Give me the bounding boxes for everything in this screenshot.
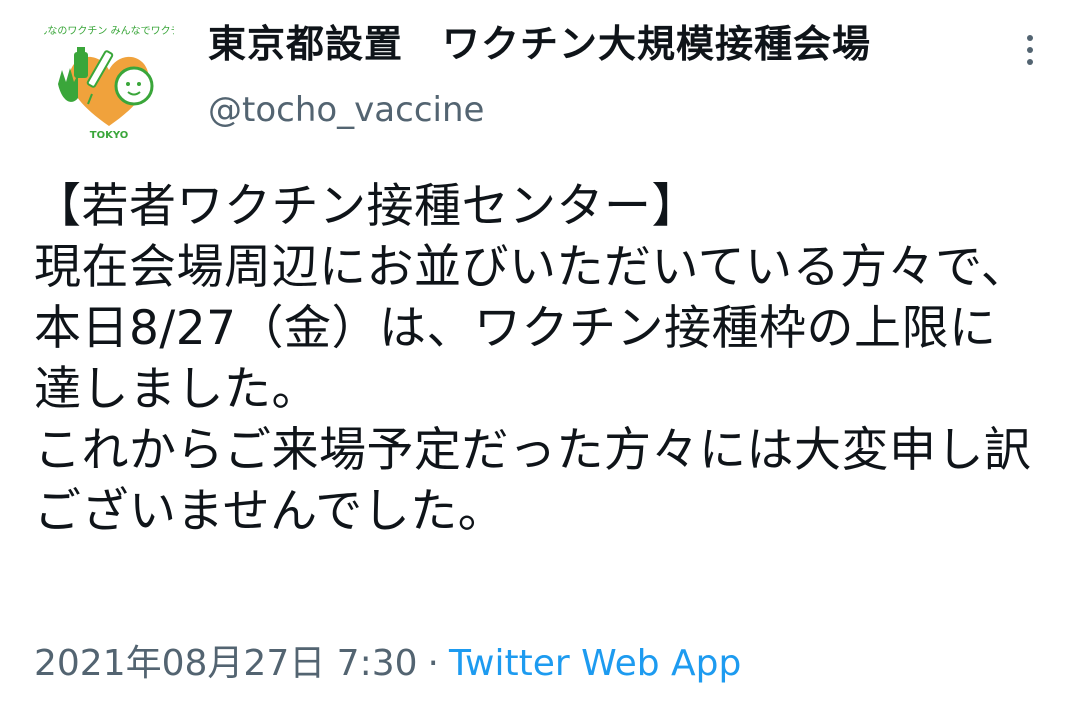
tokyo-vaccine-logo-icon: みんなのワクチン みんなでワクチン TOKYO <box>44 15 174 143</box>
more-options-button[interactable] <box>1012 30 1048 70</box>
tweet-source-link[interactable]: Twitter Web App <box>449 643 741 684</box>
avatar-bottom-text: TOKYO <box>90 130 128 141</box>
tweet-text: 【若者ワクチン接種センター】 現在会場周辺にお並びいただいている方々で、本日8/… <box>34 179 1032 539</box>
more-vertical-icon <box>1027 35 1033 65</box>
meta-separator: · <box>427 643 439 684</box>
display-name[interactable]: 東京都設置 ワクチン大規模接種会場 <box>208 20 871 68</box>
tweet-timestamp[interactable]: 2021年08月27日 7:30 <box>34 643 418 684</box>
avatar-top-text: みんなのワクチン みんなでワクチン <box>44 25 174 37</box>
tweet-meta: 2021年08月27日 7:30 · Twitter Web App <box>34 640 741 688</box>
user-handle[interactable]: @tocho_vaccine <box>208 88 484 132</box>
avatar[interactable]: みんなのワクチン みんなでワクチン TOKYO <box>44 14 174 144</box>
